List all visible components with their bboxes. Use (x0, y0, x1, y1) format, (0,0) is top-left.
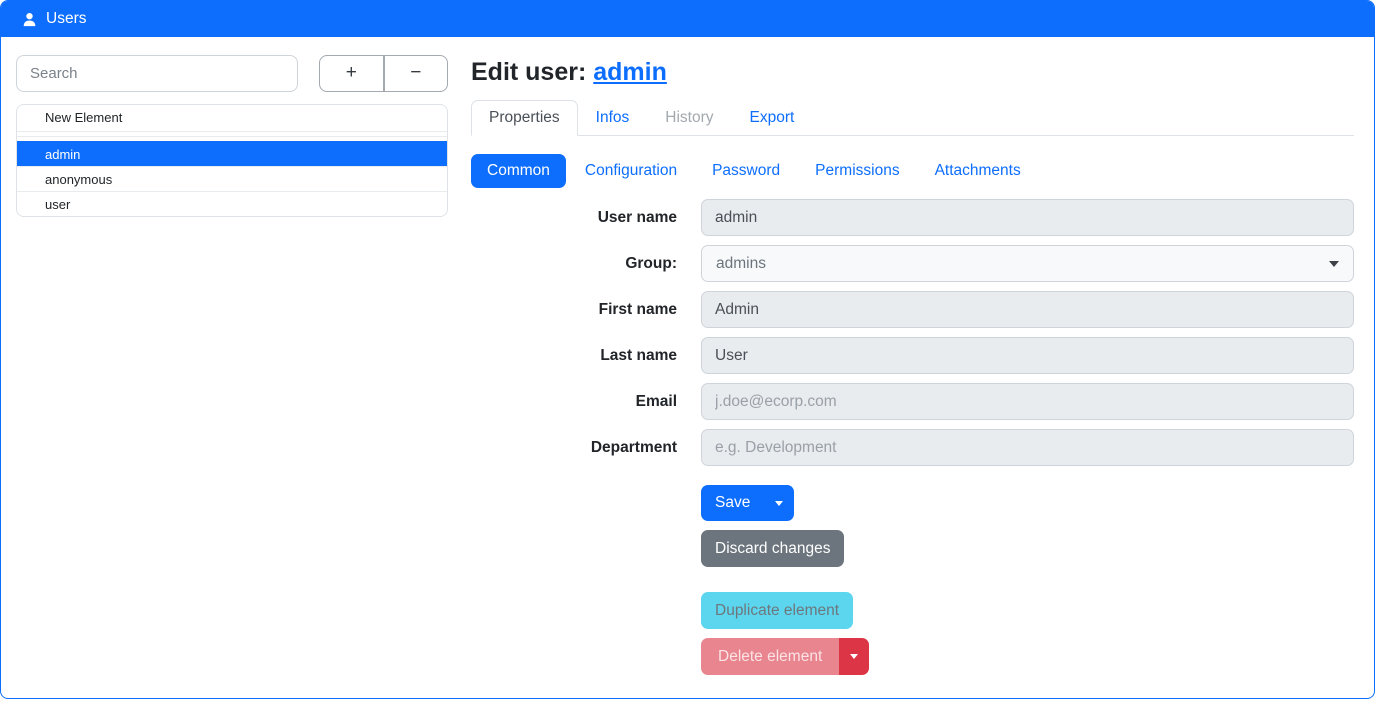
sidebar-toolbar: + − (16, 55, 448, 92)
pill-password[interactable]: Password (696, 154, 796, 188)
add-remove-button-group: + − (319, 55, 448, 92)
tab-infos[interactable]: Infos (578, 100, 648, 136)
add-element-button[interactable]: + (319, 55, 384, 92)
pill-attachments[interactable]: Attachments (919, 154, 1037, 188)
page-title-prefix: Edit user: (471, 58, 586, 86)
delete-button-group: Delete element (701, 638, 869, 675)
group-select-value: admins (716, 255, 766, 273)
pill-bar: Common Configuration Password Permission… (471, 154, 1354, 188)
delete-element-button: Delete element (701, 638, 839, 675)
department-label: Department (471, 439, 701, 457)
form-row: Group: admins (471, 245, 1354, 282)
save-button[interactable]: Save (701, 485, 764, 521)
form-actions: Save Discard changes Duplicate element D… (701, 475, 1354, 675)
department-field (701, 429, 1354, 466)
duplicate-element-button: Duplicate element (701, 592, 853, 629)
list-item-new-element[interactable]: New Element (17, 105, 447, 131)
caret-down-icon (1329, 261, 1339, 267)
tab-bar: Properties Infos History Export (471, 100, 1354, 136)
username-label: User name (471, 209, 701, 227)
tab-properties[interactable]: Properties (471, 100, 578, 136)
firstname-field (701, 291, 1354, 328)
page-title: Edit user: admin (471, 58, 1354, 87)
user-form: User name Group: admins First name Last … (471, 199, 1354, 675)
main-panel: Edit user: admin Properties Infos Histor… (471, 58, 1354, 675)
search-input[interactable] (16, 55, 298, 92)
sidebar: + − New Element admin anonymous user (16, 55, 448, 217)
email-field (701, 383, 1354, 420)
group-select[interactable]: admins (701, 245, 1354, 282)
form-row: First name (471, 291, 1354, 328)
form-row: Email (471, 383, 1354, 420)
form-row: User name (471, 199, 1354, 236)
username-field (701, 199, 1354, 236)
email-label: Email (471, 393, 701, 411)
app-header: Users (1, 1, 1374, 37)
list-item-user[interactable]: user (17, 191, 447, 216)
form-row: Last name (471, 337, 1354, 374)
app-title: Users (46, 10, 86, 28)
app-card: Users + − New Element admin anonymous us… (0, 0, 1375, 699)
pill-configuration[interactable]: Configuration (569, 154, 693, 188)
tab-history: History (647, 100, 731, 136)
remove-element-button[interactable]: − (384, 55, 449, 92)
pill-common[interactable]: Common (471, 154, 566, 188)
list-item-admin[interactable]: admin (17, 141, 447, 166)
save-dropdown-toggle[interactable] (764, 485, 794, 521)
edited-user-link[interactable]: admin (593, 58, 667, 86)
lastname-field (701, 337, 1354, 374)
pill-permissions[interactable]: Permissions (799, 154, 915, 188)
user-list: New Element admin anonymous user (16, 104, 448, 217)
caret-down-icon (775, 501, 783, 506)
tab-export[interactable]: Export (732, 100, 813, 136)
form-row: Department (471, 429, 1354, 466)
caret-down-icon (850, 654, 858, 659)
lastname-label: Last name (471, 347, 701, 365)
list-item-anonymous[interactable]: anonymous (17, 166, 447, 191)
person-icon (22, 12, 37, 27)
firstname-label: First name (471, 301, 701, 319)
delete-dropdown-toggle[interactable] (839, 638, 869, 675)
save-button-group: Save (701, 485, 794, 521)
discard-changes-button[interactable]: Discard changes (701, 530, 844, 567)
group-label: Group: (471, 255, 701, 273)
